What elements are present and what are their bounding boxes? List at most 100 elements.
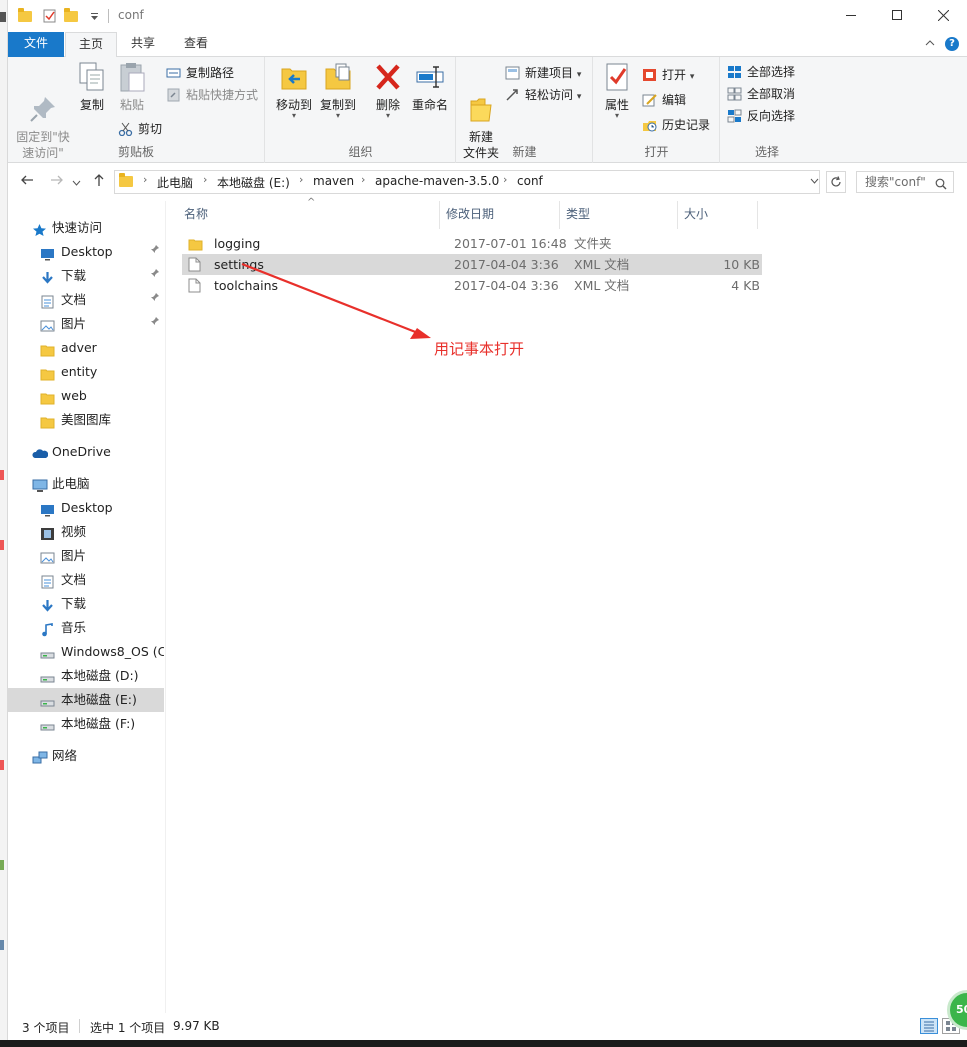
- breadcrumb-drive-e[interactable]: 本地磁盘 (E:): [217, 174, 290, 191]
- nav-pc-item[interactable]: 图片: [8, 544, 164, 568]
- group-open: 属性 ▾ 打开 ▾ 编辑 历史记录 打开: [594, 57, 720, 163]
- breadcrumb-apache-maven[interactable]: apache-maven-3.5.0: [375, 174, 499, 188]
- breadcrumb-conf[interactable]: conf: [517, 174, 543, 188]
- properties-quick-icon[interactable]: [42, 7, 56, 25]
- download-icon: [40, 269, 55, 284]
- pin-icon[interactable]: [150, 264, 160, 288]
- properties-button[interactable]: 属性 ▾: [598, 61, 636, 120]
- copy-button[interactable]: 复制: [74, 61, 110, 113]
- address-dropdown-icon[interactable]: [810, 176, 819, 187]
- file-row[interactable]: logging 2017-07-01 16:48 文件夹: [182, 233, 762, 254]
- open-group-label: 打开: [644, 145, 669, 159]
- back-button[interactable]: [18, 173, 36, 191]
- nav-pc-item[interactable]: 本地磁盘 (F:): [8, 712, 164, 736]
- forward-button[interactable]: [48, 173, 66, 191]
- breadcrumb-maven[interactable]: maven: [313, 174, 354, 188]
- new-item-button[interactable]: 新建项目 ▾: [505, 63, 581, 83]
- file-row[interactable]: toolchains 2017-04-04 3:36 XML 文档 4 KB: [182, 275, 762, 296]
- history-icon: [642, 118, 657, 132]
- nav-quick-item[interactable]: 图片: [8, 312, 164, 336]
- folder-icon: [188, 236, 203, 251]
- nav-quick-access[interactable]: 快速访问: [8, 216, 164, 240]
- copy-path-button[interactable]: 复制路径: [166, 63, 234, 83]
- edit-button[interactable]: 编辑: [642, 90, 686, 110]
- move-to-button[interactable]: 移动到 ▾: [274, 61, 314, 120]
- tab-view[interactable]: 查看: [172, 32, 220, 57]
- nav-quick-item[interactable]: 美图图库: [8, 408, 164, 432]
- bg-mark: [0, 860, 4, 870]
- easy-access-button[interactable]: 轻松访问 ▾: [505, 85, 581, 105]
- delete-button[interactable]: 删除 ▾: [370, 61, 406, 120]
- file-icon: [188, 278, 202, 293]
- tab-file[interactable]: 文件: [8, 32, 64, 57]
- search-input[interactable]: 搜索"conf": [856, 171, 954, 193]
- maximize-button[interactable]: [874, 0, 920, 30]
- copy-label: 复制: [79, 98, 104, 112]
- invert-selection-button[interactable]: 反向选择: [727, 106, 795, 126]
- close-button[interactable]: [920, 0, 966, 30]
- nav-onedrive[interactable]: OneDrive: [8, 440, 164, 464]
- address-bar[interactable]: › 此电脑 › 本地磁盘 (E:) › maven › apache-maven…: [114, 170, 820, 194]
- help-icon[interactable]: ?: [945, 37, 959, 51]
- rename-button[interactable]: 重命名: [410, 61, 450, 113]
- nav-quick-item[interactable]: entity: [8, 360, 164, 384]
- refresh-button[interactable]: [826, 171, 846, 193]
- select-all-button[interactable]: 全部选择: [727, 62, 795, 82]
- cut-button[interactable]: 剪切: [118, 119, 162, 139]
- file-type: XML 文档: [574, 278, 630, 293]
- history-button[interactable]: 历史记录: [642, 115, 710, 135]
- nav-pc-item[interactable]: 下载: [8, 592, 164, 616]
- nav-network-label: 网络: [52, 748, 78, 763]
- column-date[interactable]: 修改日期: [440, 201, 560, 229]
- nav-quick-item[interactable]: web: [8, 384, 164, 408]
- pin-icon[interactable]: [150, 312, 160, 336]
- ribbon-tabs: 文件 主页 共享 查看 ?: [8, 32, 967, 58]
- pin-icon[interactable]: [150, 288, 160, 312]
- music-icon: [40, 621, 55, 637]
- column-size[interactable]: 大小: [678, 201, 758, 229]
- copy-icon: [76, 61, 108, 93]
- open-button[interactable]: 打开 ▾: [642, 65, 694, 85]
- column-type[interactable]: 类型: [560, 201, 678, 229]
- tab-share[interactable]: 共享: [119, 32, 167, 57]
- nav-network[interactable]: 网络: [8, 744, 164, 768]
- tab-home[interactable]: 主页: [65, 32, 117, 58]
- select-none-button[interactable]: 全部取消: [727, 84, 795, 104]
- group-clipboard: 固定到"快 速访问" 复制 粘贴 复制路径 粘贴快捷方式 剪切 剪贴板: [8, 57, 265, 163]
- nav-pc-item[interactable]: 本地磁盘 (D:): [8, 664, 164, 688]
- customize-quick-access-icon[interactable]: [88, 7, 100, 25]
- up-button[interactable]: [90, 173, 108, 191]
- nav-pc-item[interactable]: 文档: [8, 568, 164, 592]
- column-name[interactable]: 名称: [178, 201, 440, 229]
- file-date: 2017-04-04 3:36: [454, 278, 559, 293]
- nav-pc-item[interactable]: 音乐: [8, 616, 164, 640]
- breadcrumb-this-pc[interactable]: 此电脑: [157, 174, 193, 191]
- paste-shortcut-button[interactable]: 粘贴快捷方式: [166, 85, 258, 105]
- delete-icon: [372, 61, 404, 93]
- folder-icon: [40, 341, 55, 357]
- new-folder-quick-icon[interactable]: [64, 7, 78, 25]
- paste-button[interactable]: 粘贴: [114, 61, 150, 113]
- nav-quick-item[interactable]: Desktop: [8, 240, 164, 264]
- desktop-icon: [40, 245, 55, 261]
- nav-pc-item[interactable]: 本地磁盘 (E:): [8, 688, 164, 712]
- nav-pc-item[interactable]: 视频: [8, 520, 164, 544]
- file-row[interactable]: settings 2017-04-04 3:36 XML 文档 10 KB: [182, 254, 762, 275]
- recent-locations-icon[interactable]: [70, 173, 82, 191]
- copy-to-dropdown-icon: ▾: [335, 111, 340, 120]
- nav-this-pc[interactable]: 此电脑: [8, 472, 164, 496]
- nav-this-pc-label: 此电脑: [52, 476, 90, 491]
- minimize-button[interactable]: [828, 0, 874, 30]
- pin-icon[interactable]: [150, 240, 160, 264]
- file-icon: [188, 257, 202, 272]
- details-view-button[interactable]: [920, 1018, 938, 1034]
- nav-quick-item[interactable]: 下载: [8, 264, 164, 288]
- nav-pc-item[interactable]: Desktop: [8, 496, 164, 520]
- copy-to-button[interactable]: 复制到 ▾: [318, 61, 358, 120]
- copy-path-label: 复制路径: [186, 66, 235, 80]
- ribbon-collapse-icon[interactable]: [925, 38, 935, 49]
- nav-quick-item[interactable]: 文档: [8, 288, 164, 312]
- nav-pc-item[interactable]: Windows8_OS (C:): [8, 640, 164, 664]
- nav-quick-item[interactable]: adver: [8, 336, 164, 360]
- office-icon: [642, 68, 657, 82]
